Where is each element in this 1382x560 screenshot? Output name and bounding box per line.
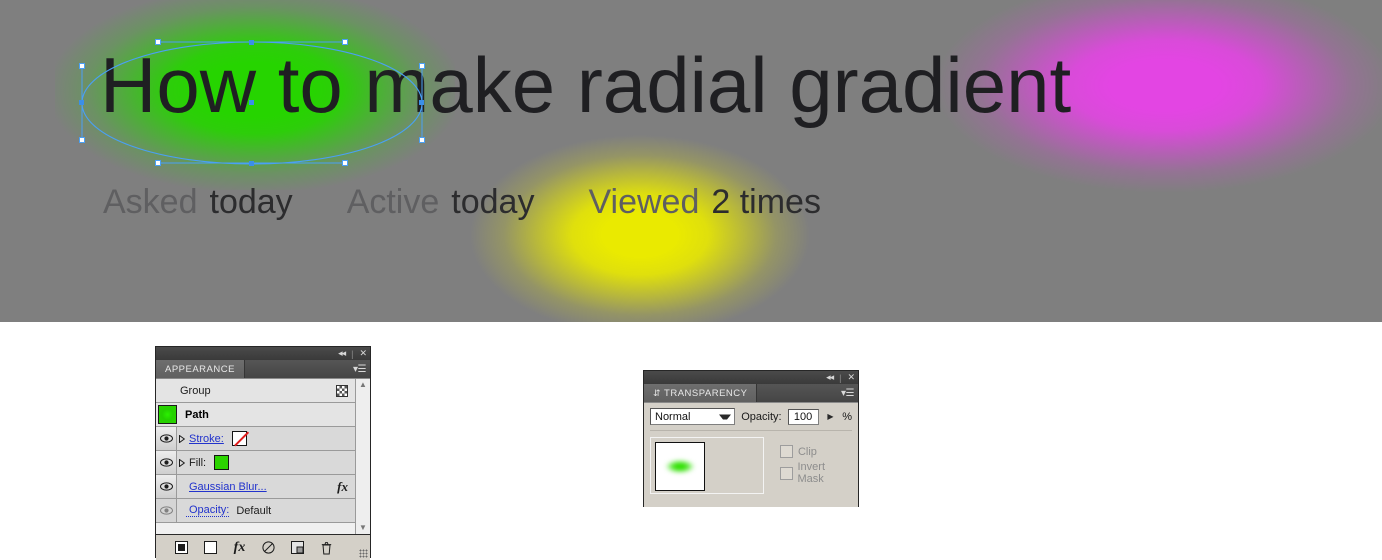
titlebar-divider: |	[351, 348, 354, 359]
invert-mask-checkbox-row[interactable]: Invert Mask	[779, 461, 852, 485]
transparency-controls-row: Normal Opacity: 100 ▶ %	[650, 408, 852, 431]
tab-appearance-label: APPEARANCE	[165, 363, 235, 375]
fx-icon[interactable]: fx	[337, 479, 355, 495]
appearance-row-gaussian-blur[interactable]: Gaussian Blur... fx	[156, 475, 355, 499]
blend-mode-select[interactable]: Normal	[650, 408, 736, 425]
add-new-stroke-button[interactable]	[167, 541, 196, 554]
visibility-eye-icon-opacity[interactable]	[156, 499, 177, 522]
appearance-row-gaussian-blur-label[interactable]: Gaussian Blur...	[186, 481, 267, 493]
tab-appearance[interactable]: APPEARANCE	[156, 360, 245, 378]
object-thumbnail-frame[interactable]	[650, 437, 764, 494]
green-blur-thumbnail	[158, 405, 177, 424]
fill-color-swatch-green[interactable]	[214, 455, 230, 470]
viewed-label: Viewed	[588, 183, 700, 221]
appearance-row-opacity-label[interactable]: Opacity:	[186, 504, 230, 517]
clip-label: Clip	[797, 445, 817, 458]
invert-mask-checkbox[interactable]	[779, 466, 793, 480]
blend-mode-value: Normal	[655, 410, 691, 423]
appearance-list-body: Group Path Stroke: Fill: Gaussian Blur..…	[156, 378, 370, 534]
titlebar-divider: |	[839, 372, 842, 383]
percent-sign: %	[842, 410, 852, 423]
add-new-fill-button[interactable]	[196, 541, 225, 554]
scroll-down-arrow-icon[interactable]: ▼	[359, 522, 367, 534]
page-title: How to make radial gradient	[100, 40, 1360, 131]
appearance-panel-footer: fx	[156, 534, 370, 560]
appearance-row-group-label: Group	[180, 384, 211, 397]
object-thumbnail[interactable]	[655, 442, 705, 491]
appearance-row-path[interactable]: Path	[156, 403, 355, 427]
delete-item-button[interactable]	[312, 541, 341, 555]
appearance-panel[interactable]: ◂◂ | ✕ APPEARANCE ▾☰ Group Path Stroke: …	[155, 346, 371, 560]
panel-grip-icon: ⇵	[653, 387, 662, 398]
transparency-panel-titlebar[interactable]: ◂◂ | ✕	[644, 371, 858, 384]
close-icon[interactable]: ✕	[359, 349, 366, 358]
visibility-eye-icon-stroke[interactable]	[156, 427, 177, 450]
transparency-options: Clip Invert Mask	[779, 437, 852, 485]
expand-triangle-icon-fill[interactable]	[177, 458, 186, 467]
chevron-down-icon[interactable]	[719, 414, 732, 419]
visibility-eye-icon-fill[interactable]	[156, 451, 177, 474]
appearance-row-fill-label[interactable]: Fill:	[186, 457, 206, 469]
expand-triangle-icon-stroke[interactable]	[177, 434, 186, 443]
appearance-panel-tabbar[interactable]: APPEARANCE ▾☰	[156, 360, 370, 378]
blurred-webpage-screenshot-region: How to make radial gradient Asked today Ac…	[0, 0, 1382, 322]
viewed-value: 2 times	[711, 183, 821, 221]
asked-label: Asked	[103, 183, 198, 221]
transparency-panel[interactable]: ◂◂ | ✕ ⇵ TRANSPARENCY ▾☰ Normal Opacity:…	[643, 370, 859, 507]
appearance-row-opacity-value: Default	[236, 504, 272, 517]
appearance-row-fill[interactable]: Fill:	[156, 451, 355, 475]
invert-mask-label: Invert Mask	[797, 461, 826, 485]
collapse-double-arrow-icon[interactable]: ◂◂	[338, 349, 346, 358]
scroll-up-arrow-icon[interactable]: ▲	[359, 379, 367, 391]
tab-transparency-label: TRANSPARENCY	[664, 387, 748, 399]
collapse-double-arrow-icon[interactable]: ◂◂	[826, 373, 834, 382]
checkerboard-icon	[336, 384, 348, 397]
page-title-text: How to make radial gradient	[100, 41, 1072, 129]
clip-checkbox[interactable]	[779, 445, 793, 458]
transparency-panel-tabbar[interactable]: ⇵ TRANSPARENCY ▾☰	[644, 384, 858, 402]
appearance-list: Group Path Stroke: Fill: Gaussian Blur..…	[156, 379, 355, 523]
appearance-row-group[interactable]: Group	[156, 379, 355, 403]
question-stats-bar: Asked today Active today Viewed 2 times	[103, 183, 821, 222]
fx-icon: fx	[233, 539, 246, 555]
appearance-panel-scrollbar[interactable]: ▲ ▼	[355, 379, 370, 534]
panel-menu-icon[interactable]: ▾☰	[841, 384, 858, 402]
appearance-row-stroke-label[interactable]: Stroke:	[186, 433, 224, 445]
appearance-row-stroke[interactable]: Stroke:	[156, 427, 355, 451]
yellow-radial-gradient-glow	[470, 135, 810, 322]
clear-appearance-button[interactable]	[254, 541, 283, 554]
opacity-stepper-arrow-icon[interactable]: ▶	[824, 408, 837, 425]
opacity-input[interactable]: 100	[787, 408, 819, 425]
appearance-row-path-label: Path	[185, 408, 209, 421]
duplicate-item-button[interactable]	[283, 541, 312, 554]
transparency-thumbnail-row: Clip Invert Mask	[650, 431, 852, 494]
active-label: Active	[346, 183, 440, 221]
stroke-color-swatch-none[interactable]	[231, 431, 247, 446]
appearance-row-opacity[interactable]: Opacity: Default	[156, 499, 355, 523]
clip-checkbox-row[interactable]: Clip	[779, 445, 852, 458]
transparency-panel-body: Normal Opacity: 100 ▶ % Clip Invert Mask	[644, 402, 858, 507]
visibility-eye-icon-gaussian-blur[interactable]	[156, 475, 177, 498]
panel-resize-grip[interactable]	[359, 549, 368, 558]
opacity-label: Opacity:	[741, 410, 782, 423]
close-icon[interactable]: ✕	[847, 373, 854, 382]
add-new-effect-button[interactable]: fx	[225, 540, 254, 556]
green-blur-preview	[664, 459, 696, 474]
tab-transparency[interactable]: ⇵ TRANSPARENCY	[644, 384, 758, 402]
asked-value: today	[209, 183, 293, 221]
active-value: today	[451, 183, 535, 221]
appearance-panel-titlebar[interactable]: ◂◂ | ✕	[156, 347, 370, 360]
panel-menu-icon[interactable]: ▾☰	[353, 360, 370, 378]
